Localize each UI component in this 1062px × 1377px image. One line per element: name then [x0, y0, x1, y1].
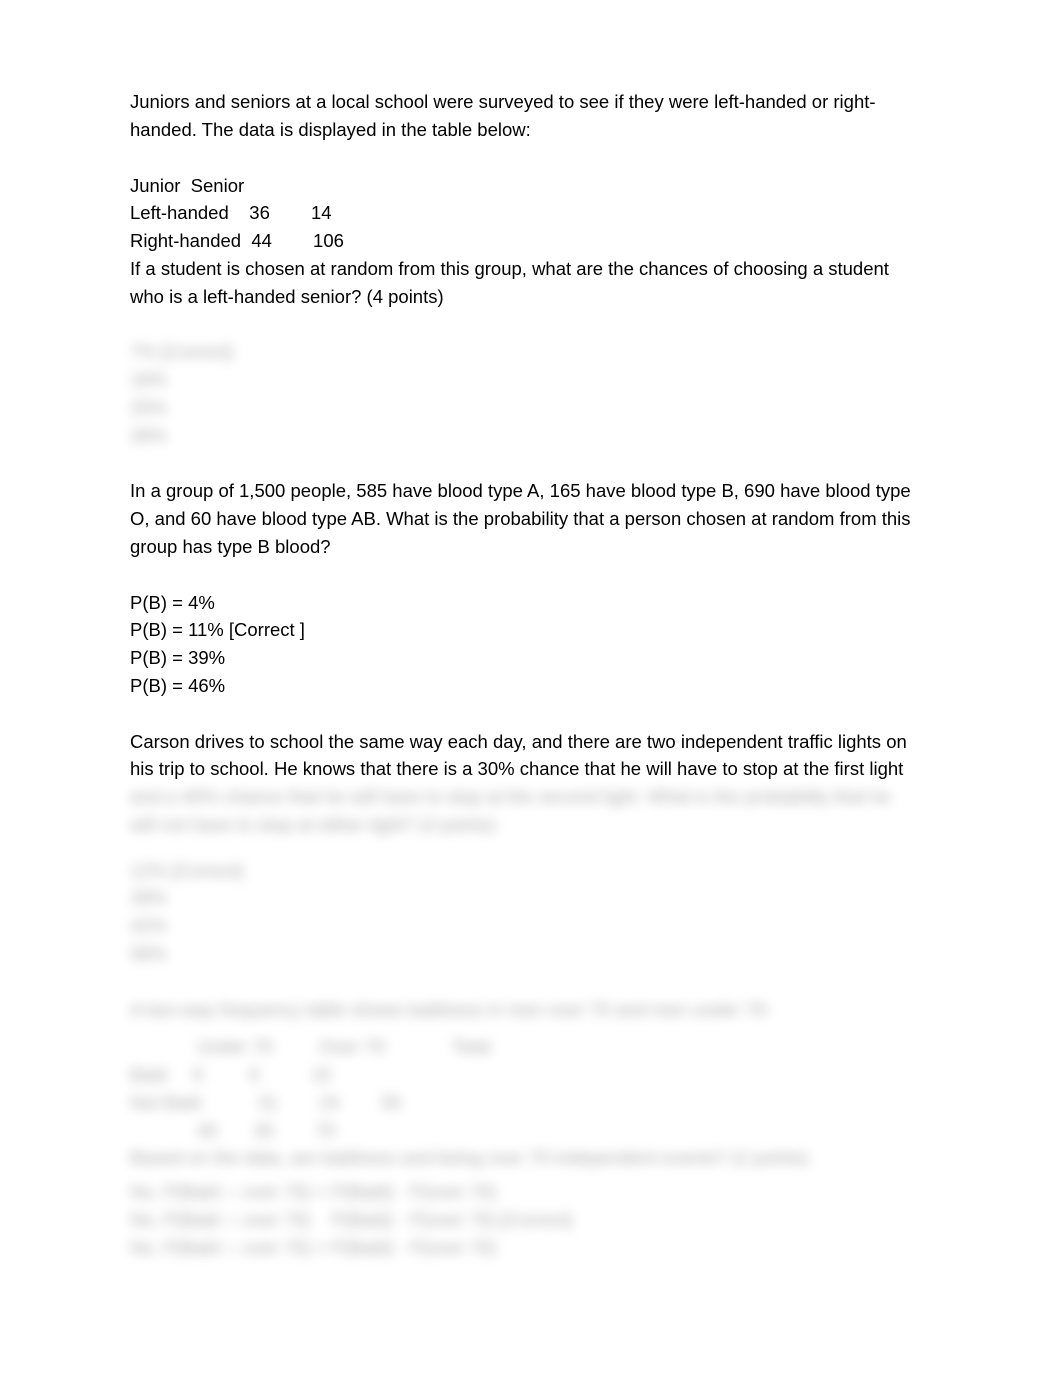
q1-prompt-l1: If a student is chosen at random from th…: [130, 255, 952, 283]
text-line: In a group of 1,500 people, 585 have blo…: [130, 480, 911, 501]
text-line: handed. The data is displayed in the tab…: [130, 119, 531, 140]
q2-option-1: P(B) = 4%: [130, 589, 952, 617]
q3-answer-3: 42%: [130, 912, 952, 940]
q1-data-block: Junior Senior Left-handed 36 14 Right-ha…: [130, 172, 952, 311]
q3-intro-l3: and a 40% chance that he will have to st…: [130, 783, 952, 811]
q1-row-left: Left-handed 36 14: [130, 199, 952, 227]
q4-answer-3: No, P(Bald ∩ over 70) > P(Bald) · P(over…: [130, 1234, 952, 1262]
q4-answer-1: No, P(Bald ∩ over 70) = P(Bald) · P(over…: [130, 1178, 952, 1206]
q1-answer-3: 25%: [130, 394, 952, 422]
q3-block: Carson drives to school the same way eac…: [130, 728, 952, 839]
text-line: Juniors and seniors at a local school we…: [130, 91, 876, 112]
q4-table-l1: Under 70 Over 70 Total: [130, 1033, 952, 1061]
q4-table-l2: Bald 9 6 15: [130, 1061, 952, 1089]
q2-intro: In a group of 1,500 people, 585 have blo…: [130, 477, 952, 560]
q4-intro: A two-way frequency table shows baldness…: [130, 996, 952, 1024]
q1-answers-blurred: 7% [Correct] 18% 25% 28%: [130, 338, 952, 449]
q1-answer-1: 7% [Correct]: [130, 338, 952, 366]
q2-option-4: P(B) = 46%: [130, 672, 952, 700]
q1-answer-2: 18%: [130, 366, 952, 394]
q4-block-blurred: A two-way frequency table shows baldness…: [130, 996, 952, 1024]
q3-blurred-rest: and a 40% chance that he will have to st…: [130, 783, 952, 839]
q4-answer-2: No, P(Bald ∩ over 70) P(Bald) · P(over 7…: [130, 1206, 952, 1234]
q4-table-blurred: Under 70 Over 70 Total Bald 9 6 15 Not B…: [130, 1033, 952, 1172]
q4-table-l4: 40 30 70: [130, 1117, 952, 1145]
q4-answers-blurred: No, P(Bald ∩ over 70) = P(Bald) · P(over…: [130, 1178, 952, 1261]
q3-answers-blurred: 12% [Correct] 28% 42% 58%: [130, 857, 952, 968]
q3-answer-4: 58%: [130, 940, 952, 968]
text-line: O, and 60 have blood type AB. What is th…: [130, 508, 911, 529]
q1-prompt-l2: who is a left-handed senior? (4 points): [130, 283, 952, 311]
q1-intro: Juniors and seniors at a local school we…: [130, 88, 952, 144]
q3-intro-l2: his trip to school. He knows that there …: [130, 755, 952, 783]
q2-options: P(B) = 4% P(B) = 11% [Correct ] P(B) = 3…: [130, 589, 952, 700]
q3-intro-l4: will not have to stop at either light? (…: [130, 811, 952, 839]
q2-option-3: P(B) = 39%: [130, 644, 952, 672]
document-page: Juniors and seniors at a local school we…: [0, 0, 1062, 1261]
q2-option-2: P(B) = 11% [Correct ]: [130, 616, 952, 644]
q3-intro-l1: Carson drives to school the same way eac…: [130, 728, 952, 756]
q3-answer-2: 28%: [130, 884, 952, 912]
q1-table-headers: Junior Senior: [130, 172, 952, 200]
q4-prompt: Based on the data, are baldness and bein…: [130, 1144, 952, 1172]
q3-answer-1: 12% [Correct]: [130, 857, 952, 885]
q1-row-right: Right-handed 44 106: [130, 227, 952, 255]
q1-answer-4: 28%: [130, 422, 952, 450]
text-line: group has type B blood?: [130, 536, 331, 557]
q4-table-l3: Not Bald 31 24 55: [130, 1089, 952, 1117]
